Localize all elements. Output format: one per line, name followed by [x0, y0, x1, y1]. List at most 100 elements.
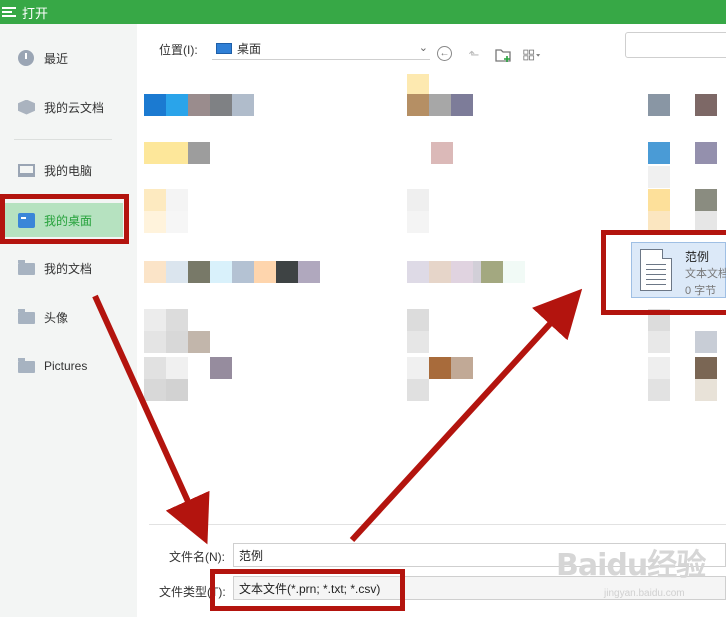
blurred-thumbnail [407, 309, 429, 331]
blurred-thumbnail [166, 379, 188, 401]
sidebar-item-label: 头像 [44, 310, 69, 325]
annotation-box-desktop [0, 194, 129, 244]
blurred-thumbnail [188, 94, 210, 116]
sidebar-item-label: 我的电脑 [44, 163, 93, 178]
folder-icon [18, 358, 35, 373]
blurred-thumbnail [188, 357, 210, 379]
blurred-thumbnail [298, 261, 320, 283]
sidebar-item-pictures[interactable]: Pictures [0, 351, 137, 381]
sidebar-item-avatar[interactable]: 头像 [0, 302, 137, 332]
blurred-thumbnail [144, 357, 166, 379]
blurred-thumbnail [232, 261, 254, 283]
blurred-thumbnail [144, 142, 188, 164]
filename-label: 文件名(N): [169, 550, 225, 564]
blurred-thumbnail [451, 94, 473, 116]
blurred-thumbnail [648, 357, 670, 379]
sidebar-item-label: 最近 [44, 51, 69, 66]
new-folder-icon[interactable] [494, 46, 512, 64]
blurred-thumbnail [429, 94, 451, 116]
folder-icon [18, 260, 35, 275]
blurred-thumbnail [648, 379, 670, 401]
sidebar-item-recent[interactable]: 最近 [0, 43, 137, 73]
blurred-thumbnail [695, 357, 717, 379]
blurred-thumbnail [429, 357, 451, 379]
blurred-thumbnail [695, 331, 717, 353]
blurred-thumbnail [166, 211, 188, 233]
blurred-thumbnail [407, 379, 429, 401]
blurred-thumbnail [210, 261, 232, 283]
blurred-thumbnail [166, 331, 188, 353]
blurred-thumbnail [407, 211, 429, 233]
blurred-thumbnail [144, 379, 166, 401]
blurred-thumbnail [429, 261, 451, 283]
location-dropdown[interactable]: 桌面 ⌄ [212, 38, 430, 60]
blurred-thumbnail [166, 94, 188, 116]
blurred-thumbnail [144, 94, 166, 116]
up-folder-icon[interactable]: ⬑ [465, 46, 483, 64]
blurred-thumbnail [144, 331, 166, 353]
sidebar-divider [14, 139, 112, 140]
blurred-thumbnail [210, 357, 232, 379]
blurred-thumbnail [648, 142, 670, 164]
location-label: 位置(I): [159, 43, 198, 57]
blurred-thumbnail [648, 189, 670, 211]
watermark-url: jingyan.baidu.com [604, 588, 685, 599]
blurred-thumbnail [144, 309, 166, 331]
blurred-thumbnail [695, 94, 717, 116]
blurred-thumbnail [276, 261, 298, 283]
folder-icon [18, 309, 35, 324]
blurred-thumbnail [695, 379, 717, 401]
blurred-thumbnail [144, 261, 166, 283]
search-input[interactable] [625, 32, 726, 58]
view-mode-icon[interactable] [523, 46, 541, 64]
toolbar: 位置(I): 桌面 ⌄ ← ⬑ [137, 24, 726, 72]
blurred-thumbnail [648, 94, 670, 116]
sidebar-item-label: 我的文档 [44, 261, 93, 276]
blurred-thumbnail [407, 189, 429, 211]
blurred-thumbnail [166, 309, 188, 331]
blurred-thumbnail [481, 261, 503, 283]
annotation-box-filetype [210, 569, 405, 611]
blurred-thumbnail [144, 211, 166, 233]
annotation-box-file [601, 230, 726, 315]
blurred-thumbnail [254, 261, 276, 283]
cloud-docs-icon [18, 99, 35, 115]
blurred-thumbnail [503, 261, 525, 283]
blurred-thumbnail [695, 189, 717, 211]
back-icon[interactable]: ← [437, 46, 452, 61]
blurred-thumbnail [144, 189, 166, 211]
window-title: 打开 [22, 5, 49, 21]
sidebar-item-my-documents[interactable]: 我的文档 [0, 253, 137, 283]
sidebar-item-label: Pictures [44, 359, 88, 373]
blurred-thumbnail [166, 189, 188, 211]
sidebar-item-cloud-docs[interactable]: 我的云文档 [0, 92, 137, 122]
sidebar-item-my-computer[interactable]: 我的电脑 [0, 155, 137, 185]
blurred-thumbnail [451, 261, 473, 283]
blurred-thumbnail [695, 142, 717, 164]
blurred-thumbnail [166, 261, 188, 283]
app-logo-icon [2, 5, 16, 19]
blurred-thumbnail [407, 74, 429, 96]
monitor-icon [216, 43, 232, 54]
blurred-thumbnail [407, 331, 429, 353]
title-bar: 打开 [0, 0, 726, 24]
blurred-thumbnail [648, 331, 670, 353]
chevron-down-icon: ⌄ [418, 42, 428, 54]
blurred-thumbnail [188, 142, 210, 164]
blurred-thumbnail [210, 94, 232, 116]
blurred-thumbnail [407, 94, 429, 116]
blurred-thumbnail [407, 261, 429, 283]
sidebar-item-label: 我的云文档 [44, 100, 105, 115]
blurred-thumbnail [451, 357, 473, 379]
blurred-thumbnail [431, 142, 453, 164]
divider [149, 524, 726, 525]
blurred-thumbnail [188, 261, 210, 283]
watermark-logo: Baidu经验 [556, 548, 706, 583]
blurred-thumbnail [232, 94, 254, 116]
location-value: 桌面 [237, 42, 262, 56]
sidebar: 最近 我的云文档 我的电脑 我的桌面 我的文档 头像 Pictures [0, 24, 137, 617]
clock-icon [18, 50, 34, 66]
computer-icon [18, 163, 35, 177]
blurred-thumbnail [648, 166, 670, 188]
blurred-thumbnail [188, 331, 210, 353]
